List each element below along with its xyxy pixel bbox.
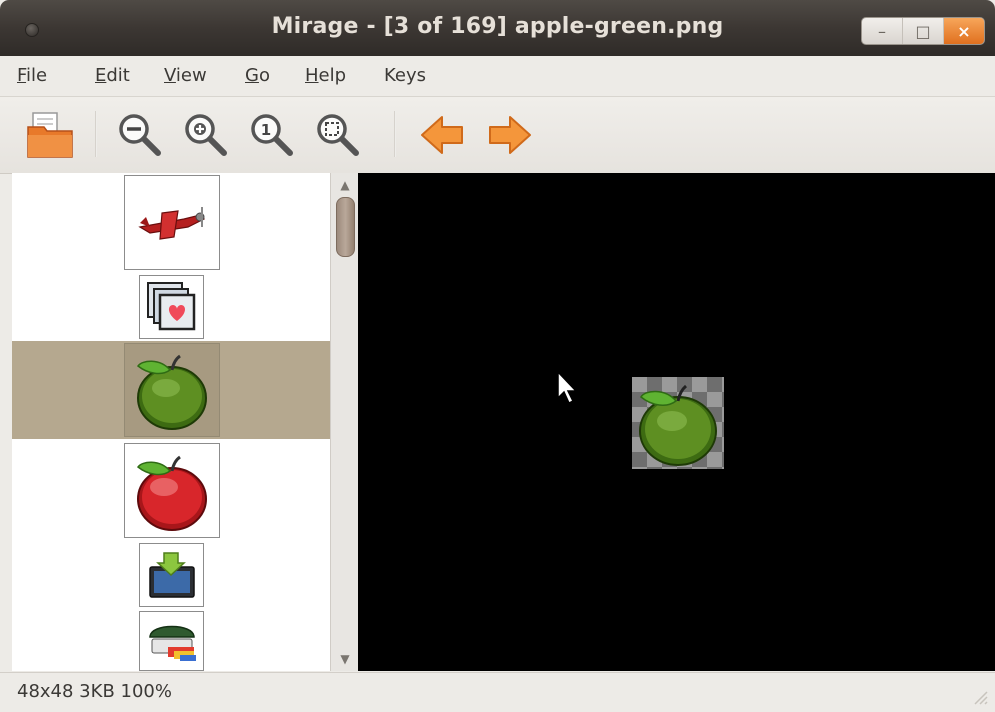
menu-help[interactable]: Help [305,65,346,86]
thumbnail-item[interactable] [12,271,330,341]
maximize-button[interactable]: □ [903,18,944,44]
menu-keys-label: Keys [384,65,427,86]
menu-bar: File Edit View Go Help Keys [0,56,995,97]
zoom-in-button[interactable] [178,107,234,163]
download-screen-icon [148,552,195,598]
thumbnail-item[interactable] [12,173,330,271]
open-button[interactable] [22,107,78,163]
apple-green-icon [136,354,207,430]
image-stack-heart-icon [146,282,195,331]
image-viewer[interactable] [358,173,995,671]
thumbnail-frame [139,275,204,339]
next-arrow-icon [489,116,531,154]
status-bar: 48x48 3KB 100% [0,672,995,712]
title-bar[interactable]: Mirage - [3 of 169] apple-green.png – □ … [0,0,995,56]
thumbnail-frame [139,543,204,607]
scroll-up-icon[interactable]: ▲ [331,175,359,195]
thumbnail-pane[interactable] [12,173,330,671]
thumbnail-item[interactable] [12,541,330,609]
resize-grip-icon[interactable] [971,688,989,706]
thumbnail-item-selected[interactable] [12,341,330,439]
close-button[interactable]: × [944,18,984,44]
zoom-fit-button[interactable] [310,107,366,163]
menu-help-mnemonic: H [305,65,319,86]
menu-go[interactable]: Go [245,65,270,86]
airplane-icon [138,206,206,240]
zoom-in-icon [185,114,227,156]
thumbnail-frame [139,611,204,671]
menu-view-label: iew [175,65,207,86]
minimize-button[interactable]: – [862,18,903,44]
scrollbar-thumb[interactable] [336,197,355,257]
window-controls: – □ × [861,17,985,45]
menu-file-label: ile [26,65,48,86]
zoom-out-button[interactable] [112,107,168,163]
thumbnail-scrollbar[interactable]: ▲ ▼ [330,173,359,671]
menu-help-label: elp [318,65,347,86]
thumbnail-item[interactable] [12,439,330,541]
toolbar: 1 [0,97,995,174]
next-button[interactable] [482,107,538,163]
status-text: 48x48 3KB 100% [17,681,172,702]
zoom-out-icon [119,114,161,156]
svg-text:1: 1 [261,121,271,139]
toolbar-separator [394,111,396,157]
zoom-fit-icon [317,114,359,156]
drive-stack-icon [148,625,196,661]
toolbar-separator [95,111,97,157]
thumbnail-frame [124,175,220,270]
apple-red-icon [136,455,207,531]
thumbnail-item[interactable] [12,609,330,671]
zoom-100-button[interactable]: 1 [244,107,300,163]
thumbnail-frame [124,443,220,538]
zoom-100-icon: 1 [251,114,293,156]
window-title: Mirage - [3 of 169] apple-green.png [271,14,724,39]
menu-file-mnemonic: F [17,65,27,86]
menu-edit-mnemonic: E [95,65,107,86]
thumbnail-frame [124,343,220,437]
menu-edit-label: dit [106,65,130,86]
menu-go-label: o [258,65,270,86]
displayed-image-apple-green [639,384,717,466]
mirage-window: Mirage - [3 of 169] apple-green.png – □ … [0,0,995,712]
menu-view[interactable]: View [164,65,207,86]
mouse-cursor-icon [557,370,578,405]
menu-view-mnemonic: V [164,65,176,86]
previous-arrow-icon [421,116,463,154]
open-folder-icon [27,112,73,158]
menu-go-mnemonic: G [245,65,259,86]
menu-file[interactable]: File [17,65,47,86]
menu-keys[interactable]: Keys [384,65,426,86]
previous-button[interactable] [414,107,470,163]
scroll-down-icon[interactable]: ▼ [331,649,359,669]
menu-edit[interactable]: Edit [95,65,130,86]
